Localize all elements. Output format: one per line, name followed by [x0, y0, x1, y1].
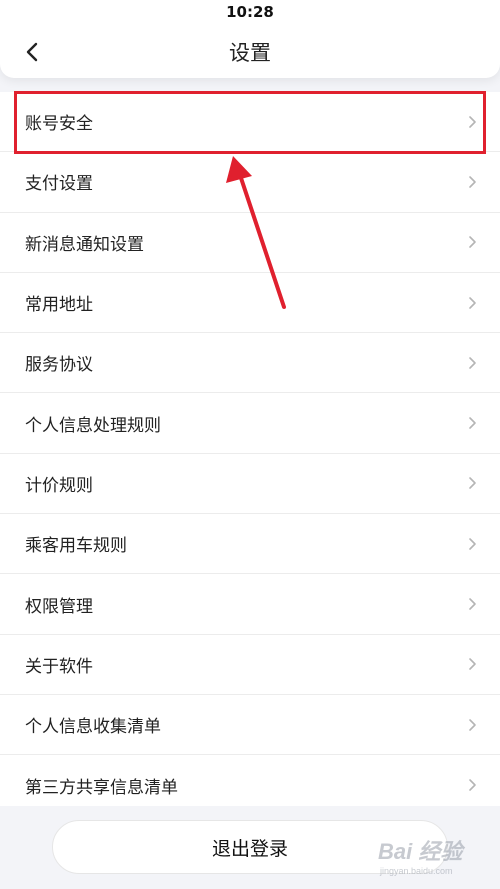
settings-item-account-security[interactable]: 账号安全 [0, 92, 500, 153]
settings-item-pricing-rules[interactable]: 计价规则 [0, 454, 500, 515]
settings-list: 账号安全 支付设置 新消息通知设置 常用地址 服务协议 个人信息处理规则 计价规… [0, 92, 500, 816]
chevron-right-icon [469, 718, 476, 731]
chevron-right-icon [469, 296, 476, 309]
settings-item-label: 个人信息处理规则 [25, 415, 161, 436]
chevron-right-icon [469, 477, 476, 490]
settings-item-label: 乘客用车规则 [25, 536, 127, 557]
chevron-right-icon [469, 417, 476, 429]
chevron-right-icon [469, 236, 476, 249]
settings-item-label: 权限管理 [25, 596, 93, 617]
page-title: 设置 [229, 41, 271, 65]
header-bar: 10:28 设置 [0, 0, 500, 78]
chevron-right-icon [469, 357, 476, 369]
chevron-right-icon [469, 115, 476, 128]
settings-item-data-collection-list[interactable]: 个人信息收集清单 [0, 695, 500, 756]
settings-item-passenger-rules[interactable]: 乘客用车规则 [0, 514, 500, 575]
settings-item-label: 新消息通知设置 [25, 234, 144, 255]
settings-item-label: 服务协议 [25, 355, 93, 376]
settings-item-notifications[interactable]: 新消息通知设置 [0, 213, 500, 273]
settings-item-label: 账号安全 [25, 114, 93, 135]
settings-item-label: 第三方共享信息清单 [25, 777, 178, 798]
settings-item-label: 常用地址 [25, 295, 93, 316]
settings-item-service-agreement[interactable]: 服务协议 [0, 333, 500, 394]
logout-button[interactable]: 退出登录 [52, 820, 448, 874]
status-time: 10:28 [226, 3, 274, 21]
chevron-right-icon [469, 537, 476, 550]
chevron-right-icon [469, 176, 476, 188]
settings-item-permissions[interactable]: 权限管理 [0, 574, 500, 635]
settings-item-label: 支付设置 [25, 174, 93, 195]
logout-area: 退出登录 [0, 806, 500, 889]
chevron-right-icon [469, 598, 476, 610]
chevron-right-icon [469, 658, 476, 671]
settings-item-label: 个人信息收集清单 [25, 717, 161, 738]
settings-item-label: 关于软件 [25, 656, 93, 677]
settings-item-privacy-rules[interactable]: 个人信息处理规则 [0, 393, 500, 454]
settings-item-payment[interactable]: 支付设置 [0, 152, 500, 213]
chevron-right-icon [469, 779, 476, 792]
settings-item-addresses[interactable]: 常用地址 [0, 273, 500, 334]
settings-item-label: 计价规则 [25, 475, 93, 496]
settings-item-about[interactable]: 关于软件 [0, 635, 500, 695]
